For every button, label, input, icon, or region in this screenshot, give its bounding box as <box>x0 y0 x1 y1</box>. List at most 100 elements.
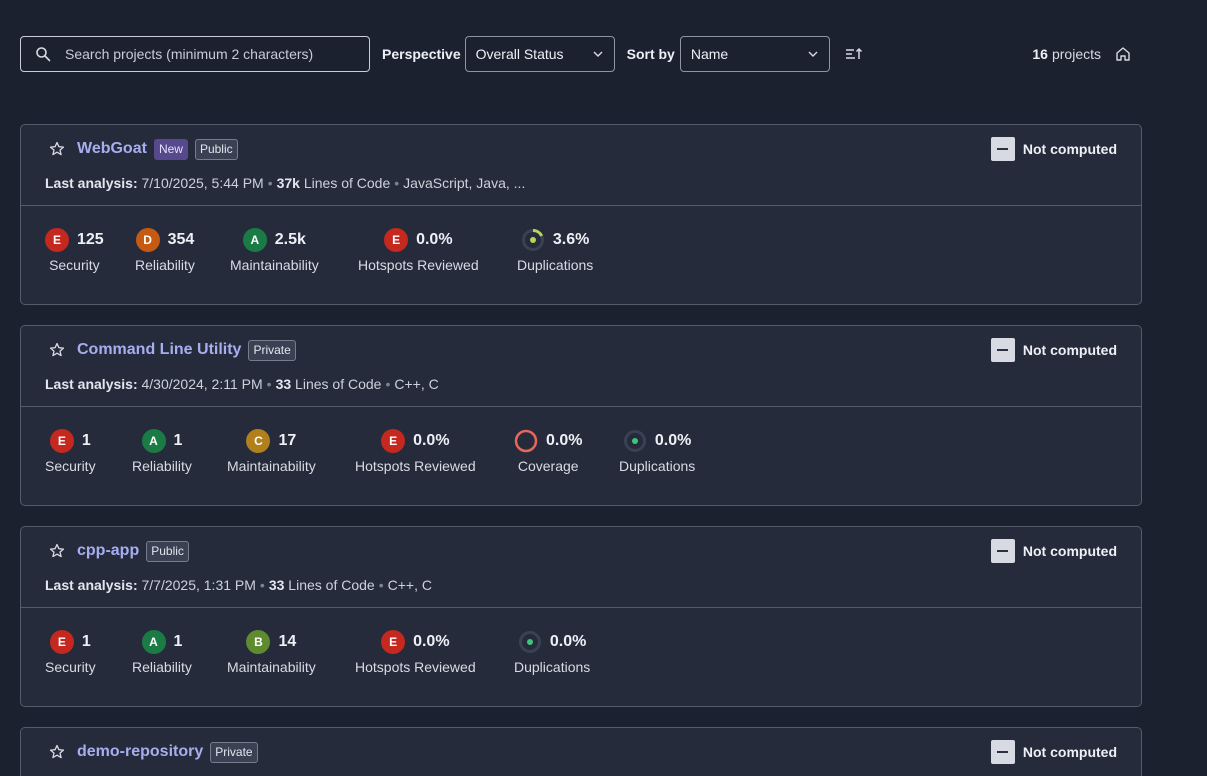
metric-value: 1 <box>173 633 183 650</box>
project-meta: Last analysis: 7/7/2025, 1:31 PM • 33 Line… <box>45 577 432 593</box>
favorite-star-icon[interactable] <box>49 543 65 559</box>
not-computed-icon <box>990 338 1015 362</box>
perspective-select[interactable]: Overall Status <box>464 36 615 72</box>
metric-label: Duplications <box>514 659 591 675</box>
loc-label: Lines of Code <box>303 175 391 191</box>
search-box[interactable] <box>20 36 370 72</box>
metric-reliability[interactable]: D 354 Reliability <box>135 228 195 273</box>
project-count-number: 16 <box>1032 46 1048 62</box>
sort-select[interactable]: Name <box>679 36 830 72</box>
rating-badge: D <box>135 228 160 252</box>
metric-label: Reliability <box>132 659 192 675</box>
metric-reliability[interactable]: A1 Reliability <box>132 429 192 474</box>
project-card: Command Line Utility Private Last analys… <box>20 325 1142 506</box>
metric-value: 1 <box>81 432 91 449</box>
metric-label: Hotspots Reviewed <box>355 659 476 675</box>
metric-value: 0.0% <box>549 633 587 650</box>
metric-security[interactable]: E1 Security <box>45 429 96 474</box>
languages: JavaScript, Java, ... <box>403 175 526 191</box>
visibility-badge: Private <box>210 741 258 763</box>
perspective-label: Perspective <box>382 46 461 62</box>
quality-gate-status: Not computed <box>990 338 1117 362</box>
project-meta: Last analysis: 4/30/2024, 2:11 PM • 33 Lin… <box>45 376 439 392</box>
metric-label: Hotspots Reviewed <box>355 458 476 474</box>
metric-duplications[interactable]: 3.6% Duplications <box>517 228 593 273</box>
favorite-star-icon[interactable] <box>49 744 65 760</box>
last-analysis-date: 7/10/2025, 5:44 PM <box>141 175 264 191</box>
metric-hotspots[interactable]: E 0.0% Hotspots Reviewed <box>355 429 476 474</box>
metric-label: Security <box>45 458 96 474</box>
project-card-header: WebGoat New Public Last analysis: 7/10/2… <box>21 125 1141 206</box>
metric-security[interactable]: E 125 Security <box>45 228 104 273</box>
quality-gate-label: Not computed <box>1022 744 1117 760</box>
metric-value: 0.0% <box>413 633 450 650</box>
rating-badge: A <box>141 630 166 654</box>
project-meta: Last analysis: 7/10/2025, 5:44 PM • 37k Li… <box>45 175 526 191</box>
metrics-row: E1 Security A1 Reliability B 14 Maintaina… <box>21 630 1141 690</box>
metric-value: 2.5k <box>274 231 306 248</box>
metric-security[interactable]: E1 Security <box>45 630 96 675</box>
metric-value: 14 <box>278 633 297 650</box>
search-icon <box>36 47 51 62</box>
project-name-link[interactable]: demo-repository <box>77 743 203 761</box>
metric-value: 0.0% <box>654 432 692 449</box>
project-name-link[interactable]: Command Line Utility <box>77 341 241 359</box>
rating-badge: A <box>242 228 267 252</box>
metric-label: Reliability <box>135 257 195 273</box>
project-card-header: demo-repository Private Not computed <box>21 728 1141 776</box>
new-badge: New <box>153 138 188 160</box>
favorite-star-icon[interactable] <box>49 342 65 358</box>
metric-coverage[interactable]: 0.0% Coverage <box>514 429 582 474</box>
quality-gate-status: Not computed <box>990 137 1117 161</box>
chevron-down-icon <box>593 51 603 57</box>
sort-direction-button[interactable] <box>844 44 864 64</box>
last-analysis-label: Last analysis: <box>45 175 138 191</box>
metric-hotspots[interactable]: E 0.0% Hotspots Reviewed <box>355 630 476 675</box>
metric-value: 0.0% <box>413 432 450 449</box>
duplications-ring-icon <box>623 429 647 453</box>
metrics-row: E 125 Security D 354 Reliability A 2.5k Mai… <box>21 228 1141 288</box>
metric-label: Reliability <box>132 458 192 474</box>
metric-hotspots[interactable]: E 0.0% Hotspots Reviewed <box>358 228 479 273</box>
visibility-badge: Public <box>146 540 189 562</box>
not-computed-icon <box>990 740 1015 764</box>
last-analysis-label: Last analysis: <box>45 376 138 392</box>
metric-maintainability[interactable]: B 14 Maintainability <box>227 630 316 675</box>
metric-reliability[interactable]: A1 Reliability <box>132 630 192 675</box>
metric-duplications[interactable]: 0.0% Duplications <box>619 429 695 474</box>
project-card: WebGoat New Public Last analysis: 7/10/2… <box>20 124 1142 305</box>
last-analysis-date: 7/7/2025, 1:31 PM <box>141 577 256 593</box>
last-analysis-label: Last analysis: <box>45 577 138 593</box>
home-button[interactable] <box>1115 45 1133 63</box>
languages: C++, C <box>394 376 439 392</box>
metric-value: 1 <box>81 633 91 650</box>
rating-badge: E <box>381 630 406 654</box>
metric-maintainability[interactable]: C 17 Maintainability <box>227 429 316 474</box>
toolbar: Perspective Overall Status Sort by Name … <box>20 36 1141 72</box>
duplications-ring-icon <box>521 228 545 252</box>
project-card: demo-repository Private Not computed <box>20 727 1142 776</box>
metric-label: Maintainability <box>230 257 319 273</box>
rating-badge: E <box>45 228 69 252</box>
favorite-star-icon[interactable] <box>49 141 65 157</box>
rating-badge: A <box>141 429 166 453</box>
metric-label: Coverage <box>517 458 579 474</box>
metric-value: 1 <box>173 432 183 449</box>
perspective-value: Overall Status <box>475 46 564 62</box>
metrics-row: E1 Security A1 Reliability C 17 Maintaina… <box>21 429 1141 489</box>
visibility-badge: Public <box>194 138 238 160</box>
duplications-ring-icon <box>518 630 542 654</box>
project-name-link[interactable]: cpp-app <box>77 542 139 560</box>
metric-maintainability[interactable]: A 2.5k Maintainability <box>230 228 319 273</box>
metric-label: Duplications <box>517 257 594 273</box>
sort-ascending-icon <box>845 47 862 59</box>
loc-label: Lines of Code <box>295 376 382 392</box>
metric-value: 3.6% <box>552 231 590 248</box>
metric-duplications[interactable]: 0.0% Duplications <box>514 630 590 675</box>
project-name-link[interactable]: WebGoat <box>77 140 147 158</box>
search-input[interactable] <box>65 46 355 62</box>
rating-badge: E <box>384 228 409 252</box>
project-card-header: cpp-app Public Last analysis: 7/7/2025, … <box>21 527 1141 608</box>
rating-badge: E <box>381 429 406 453</box>
rating-badge: E <box>49 630 74 654</box>
